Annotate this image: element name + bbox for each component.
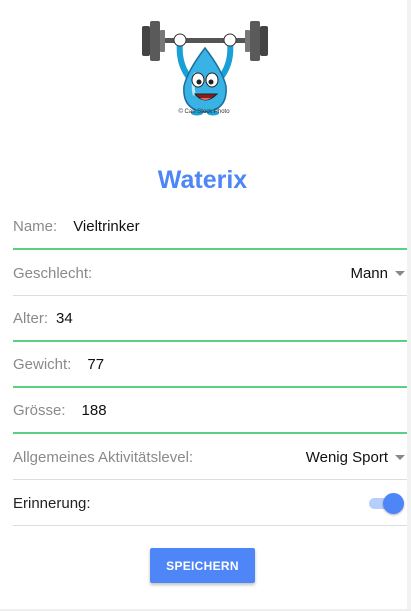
- activity-select[interactable]: Allgemeines Aktivitätslevel: Wenig Sport: [13, 435, 408, 480]
- name-value[interactable]: Vieltrinker: [73, 218, 139, 235]
- gender-label: Geschlecht:: [13, 264, 93, 282]
- activity-label: Allgemeines Aktivitätslevel:: [13, 448, 194, 466]
- save-button[interactable]: SPEICHERN: [150, 548, 255, 583]
- height-label: Grösse:: [13, 402, 66, 419]
- height-value[interactable]: 188: [82, 402, 107, 419]
- weight-field[interactable]: Gewicht: 77: [13, 343, 408, 388]
- weight-label: Gewicht:: [13, 356, 72, 373]
- reminder-toggle[interactable]: [367, 492, 405, 514]
- age-field[interactable]: Alter: 34: [13, 297, 408, 342]
- logo-caption: © Can Stock Photo: [178, 109, 230, 115]
- settings-page: © Can Stock Photo Waterix Name: Vieltrin…: [0, 0, 411, 611]
- water-drop-weightlifter-logo: [142, 21, 268, 116]
- scrollbar[interactable]: [407, 0, 411, 611]
- name-field[interactable]: Name: Vieltrinker: [13, 205, 408, 250]
- activity-dropdown[interactable]: Wenig Sport: [306, 449, 408, 466]
- height-field[interactable]: Grösse: 188: [13, 389, 408, 434]
- reminder-row: Erinnerung:: [13, 481, 408, 526]
- caret-down-icon: [395, 454, 405, 460]
- toggle-thumb[interactable]: [383, 493, 404, 514]
- app-title: Waterix: [157, 166, 248, 194]
- gender-select[interactable]: Geschlecht: Mann: [13, 251, 408, 296]
- gender-dropdown[interactable]: Mann: [350, 265, 408, 282]
- weight-value[interactable]: 77: [87, 356, 104, 373]
- reminder-label: Erinnerung:: [13, 494, 91, 512]
- gender-value: Mann: [350, 264, 388, 282]
- caret-down-icon: [395, 270, 405, 276]
- activity-value: Wenig Sport: [305, 448, 388, 466]
- name-label: Name:: [13, 218, 58, 235]
- age-value[interactable]: 34: [56, 310, 73, 327]
- age-label: Alter:: [13, 310, 49, 327]
